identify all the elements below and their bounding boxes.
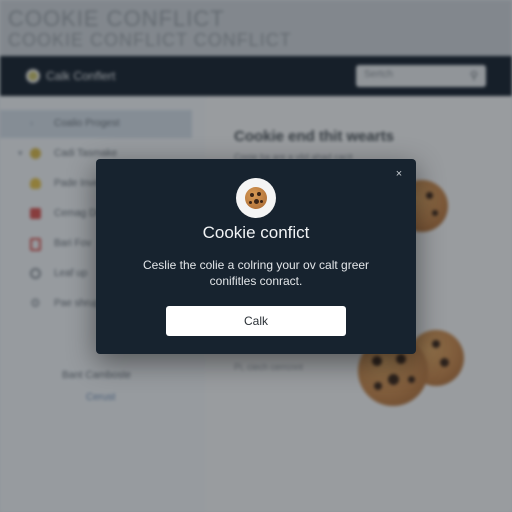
dialog-title: Cookie confict (202, 223, 310, 242)
chocolate-chip (257, 192, 261, 196)
chocolate-chip (260, 200, 263, 203)
chocolate-chip (250, 193, 254, 197)
confirm-button[interactable]: Calk (166, 306, 346, 336)
close-icon[interactable]: × (392, 167, 406, 181)
dialog-message: Ceslie the colie a colring your ov calt … (142, 258, 370, 288)
cookie-graphic (245, 187, 267, 209)
chocolate-chip (254, 199, 259, 204)
chocolate-chip (249, 201, 252, 204)
app-window: COOKIE CONFLICT COOKIE CONFLICT CONFLICT… (0, 0, 512, 512)
cookie-conflict-dialog: × Cookie confict Ceslie the colie a colr… (96, 159, 416, 354)
cookie-icon (236, 178, 276, 218)
